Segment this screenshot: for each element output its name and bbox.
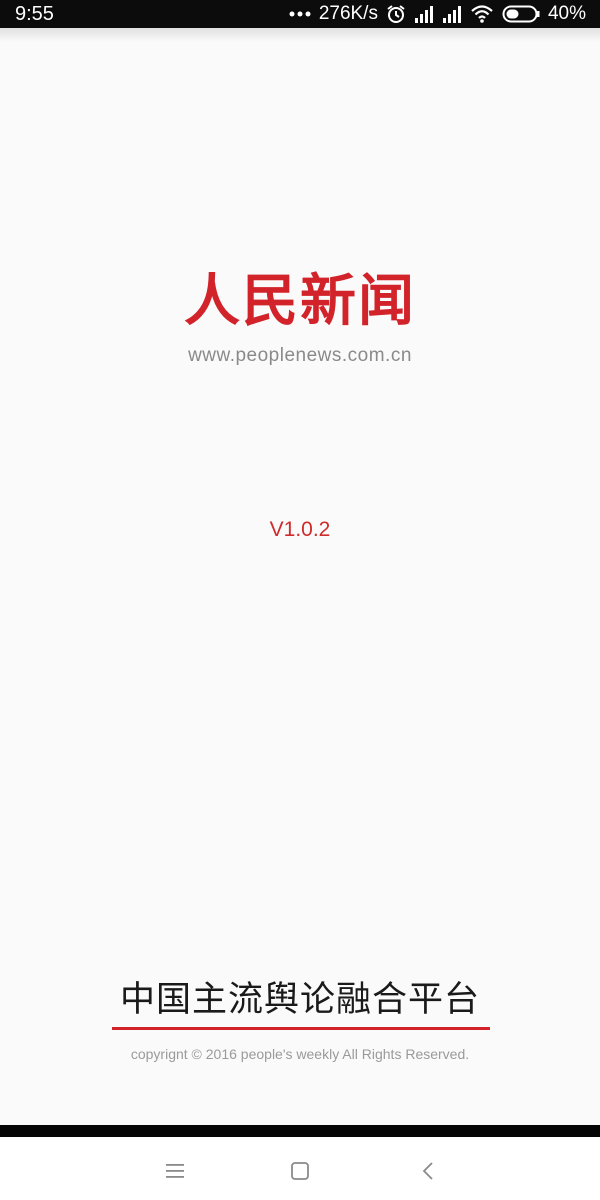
alarm-icon xyxy=(386,4,406,24)
app-url: www.peoplenews.com.cn xyxy=(188,345,412,366)
app-version: V1.0.2 xyxy=(269,518,331,541)
status-icons: 276K/s 40% xyxy=(289,0,586,28)
nav-divider xyxy=(0,1125,600,1137)
network-speed: 276K/s xyxy=(318,3,378,24)
battery-percent: 40% xyxy=(547,3,586,24)
home-button[interactable] xyxy=(270,1155,330,1191)
menu-icon xyxy=(164,1162,186,1184)
menu-button[interactable] xyxy=(145,1155,205,1191)
home-icon xyxy=(289,1160,311,1186)
battery-icon xyxy=(502,5,540,23)
status-shadow xyxy=(0,28,600,42)
back-icon xyxy=(418,1160,440,1186)
signal-icon xyxy=(442,5,462,23)
footer-slogan: 中国主流舆论融合平台 xyxy=(119,980,480,1020)
back-button[interactable] xyxy=(399,1155,459,1191)
copyright-text: copyrignt © 2016 people's weekly All Rig… xyxy=(130,1046,470,1062)
navigation-bar xyxy=(0,1137,600,1200)
status-time: 9:55 xyxy=(15,3,54,25)
status-bar: 9:55 276K/s 40% xyxy=(0,0,600,28)
splash-screen: 9:55 276K/s 40% 人民新闻 www.peoplenews.com.… xyxy=(0,0,600,1200)
slogan-underline xyxy=(112,1027,490,1030)
signal-icon xyxy=(414,5,434,23)
app-logo-title: 人民新闻 xyxy=(184,268,416,334)
wifi-icon xyxy=(470,4,494,24)
more-dots-icon xyxy=(289,10,311,18)
